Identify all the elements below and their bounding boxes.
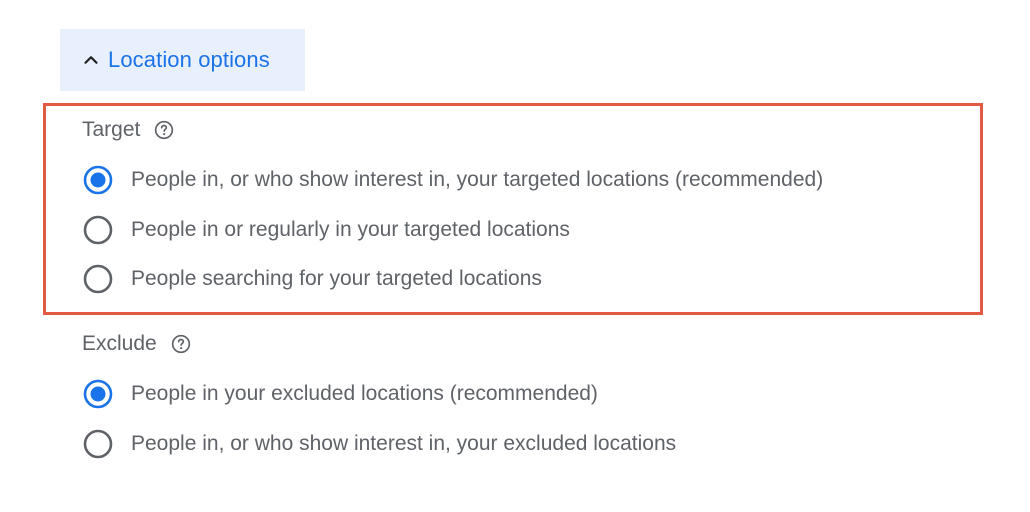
target-option-label: People in or regularly in your targeted …	[131, 218, 570, 241]
exclude-option-2[interactable]: People in, or who show interest in, your…	[82, 428, 676, 460]
location-options-panel: Location options Target People in, or wh…	[0, 0, 1030, 512]
exclude-title: Exclude	[82, 332, 157, 355]
exclude-option-1[interactable]: People in your excluded locations (recom…	[82, 378, 598, 410]
help-circle-icon[interactable]	[171, 334, 191, 354]
chevron-up-icon	[84, 56, 98, 64]
target-option-label: People searching for your targeted locat…	[131, 267, 542, 290]
exclude-option-label: People in, or who show interest in, your…	[131, 432, 677, 455]
radio-unselected-icon[interactable]	[82, 263, 114, 295]
radio-unselected-icon[interactable]	[82, 428, 114, 460]
radio-selected-icon[interactable]	[82, 378, 114, 410]
location-options-toggle[interactable]: Location options	[60, 29, 305, 91]
radio-unselected-icon[interactable]	[82, 214, 114, 246]
radio-selected-icon[interactable]	[82, 164, 114, 196]
target-title-row: Target	[82, 118, 174, 142]
target-option-2[interactable]: People in or regularly in your targeted …	[82, 214, 570, 246]
target-option-1[interactable]: People in, or who show interest in, your…	[82, 164, 823, 196]
target-title: Target	[82, 118, 141, 141]
help-circle-icon[interactable]	[154, 120, 174, 140]
exclude-title-row: Exclude	[82, 332, 191, 356]
target-option-label: People in, or who show interest in, your…	[131, 168, 824, 191]
exclude-option-label: People in your excluded locations (recom…	[131, 382, 598, 405]
location-options-label: Location options	[108, 47, 270, 72]
target-option-3[interactable]: People searching for your targeted locat…	[82, 263, 542, 295]
